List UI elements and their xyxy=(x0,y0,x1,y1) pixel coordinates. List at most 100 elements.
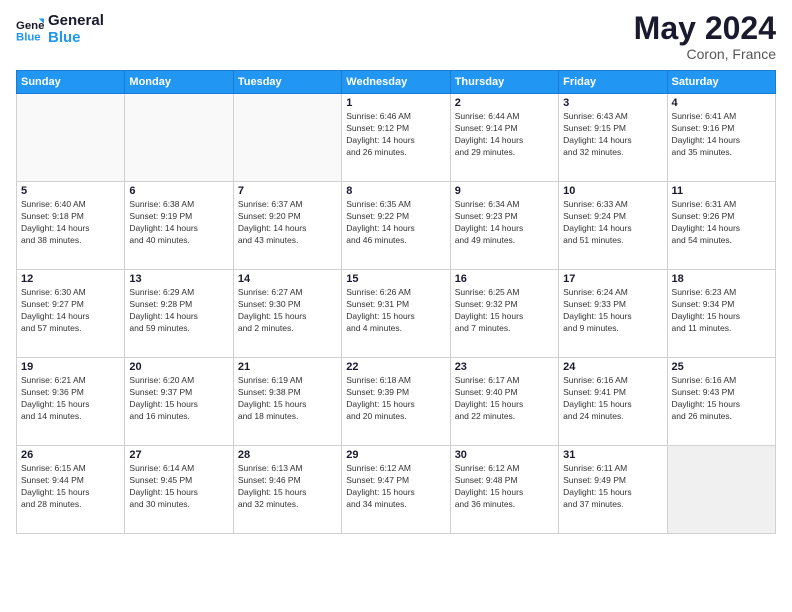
day-number: 31 xyxy=(563,449,662,461)
cell-w4-d3: 29 Sunrise: 6:12 AMSunset: 9:47 PMDayligh… xyxy=(342,446,450,534)
header: General Blue General Blue May 2024 Coron… xyxy=(16,12,776,62)
week-row-1: 1 Sunrise: 6:46 AMSunset: 9:12 PMDaylight… xyxy=(17,94,776,182)
day-number: 22 xyxy=(346,361,445,373)
day-info: Sunrise: 6:27 AMSunset: 9:30 PMDaylight:… xyxy=(238,287,337,335)
cell-w3-d0: 19 Sunrise: 6:21 AMSunset: 9:36 PMDayligh… xyxy=(17,358,125,446)
cell-w1-d0: 5 Sunrise: 6:40 AMSunset: 9:18 PMDaylight… xyxy=(17,182,125,270)
logo: General Blue General Blue xyxy=(16,12,104,47)
day-info: Sunrise: 6:14 AMSunset: 9:45 PMDaylight:… xyxy=(129,463,228,511)
cell-w0-d0 xyxy=(17,94,125,182)
cell-w0-d6: 4 Sunrise: 6:41 AMSunset: 9:16 PMDaylight… xyxy=(667,94,775,182)
week-row-3: 12Sunrise: 6:30 AMSunset: 9:27 PMDayligh… xyxy=(17,270,776,358)
day-number: 13 xyxy=(129,273,228,285)
title-block: May 2024 Coron, France xyxy=(634,12,776,62)
cell-w4-d5: 31 Sunrise: 6:11 AMSunset: 9:49 PMDayligh… xyxy=(559,446,667,534)
day-number: 8 xyxy=(346,185,445,197)
cell-w4-d2: 28 Sunrise: 6:13 AMSunset: 9:46 PMDayligh… xyxy=(233,446,341,534)
day-number: 29 xyxy=(346,449,445,461)
cell-w3-d5: 24Sunrise: 6:16 AMSunset: 9:41 PMDayligh… xyxy=(559,358,667,446)
cell-w2-d6: 18Sunrise: 6:23 AMSunset: 9:34 PMDayligh… xyxy=(667,270,775,358)
cell-w3-d3: 22 Sunrise: 6:18 AMSunset: 9:39 PMDayligh… xyxy=(342,358,450,446)
cell-w2-d2: 14Sunrise: 6:27 AMSunset: 9:30 PMDayligh… xyxy=(233,270,341,358)
week-row-4: 19 Sunrise: 6:21 AMSunset: 9:36 PMDayligh… xyxy=(17,358,776,446)
day-info: Sunrise: 6:34 AMSunset: 9:23 PMDaylight:… xyxy=(455,199,554,247)
cell-w4-d6 xyxy=(667,446,775,534)
logo-icon: General Blue xyxy=(16,15,44,43)
day-info: Sunrise: 6:12 AMSunset: 9:47 PMDaylight:… xyxy=(346,463,445,511)
day-info: Sunrise: 6:31 AMSunset: 9:26 PMDaylight:… xyxy=(672,199,771,247)
th-wednesday: Wednesday xyxy=(342,71,450,94)
day-number: 18 xyxy=(672,273,771,285)
day-info: Sunrise: 6:12 AMSunset: 9:48 PMDaylight:… xyxy=(455,463,554,511)
calendar-table: Sunday Monday Tuesday Wednesday Thursday… xyxy=(16,70,776,534)
day-info: Sunrise: 6:26 AMSunset: 9:31 PMDaylight:… xyxy=(346,287,445,335)
day-info: Sunrise: 6:37 AMSunset: 9:20 PMDaylight:… xyxy=(238,199,337,247)
day-number: 30 xyxy=(455,449,554,461)
day-number: 17 xyxy=(563,273,662,285)
day-info: Sunrise: 6:11 AMSunset: 9:49 PMDaylight:… xyxy=(563,463,662,511)
day-number: 25 xyxy=(672,361,771,373)
day-number: 28 xyxy=(238,449,337,461)
month-title: May 2024 xyxy=(634,12,776,44)
day-info: Sunrise: 6:41 AMSunset: 9:16 PMDaylight:… xyxy=(672,111,771,159)
cell-w2-d1: 13Sunrise: 6:29 AMSunset: 9:28 PMDayligh… xyxy=(125,270,233,358)
day-number: 6 xyxy=(129,185,228,197)
day-number: 9 xyxy=(455,185,554,197)
th-monday: Monday xyxy=(125,71,233,94)
day-info: Sunrise: 6:33 AMSunset: 9:24 PMDaylight:… xyxy=(563,199,662,247)
cell-w2-d5: 17Sunrise: 6:24 AMSunset: 9:33 PMDayligh… xyxy=(559,270,667,358)
day-info: Sunrise: 6:46 AMSunset: 9:12 PMDaylight:… xyxy=(346,111,445,159)
cell-w1-d2: 7 Sunrise: 6:37 AMSunset: 9:20 PMDaylight… xyxy=(233,182,341,270)
day-number: 4 xyxy=(672,97,771,109)
cell-w4-d4: 30 Sunrise: 6:12 AMSunset: 9:48 PMDayligh… xyxy=(450,446,558,534)
day-info: Sunrise: 6:16 AMSunset: 9:41 PMDaylight:… xyxy=(563,375,662,423)
day-number: 19 xyxy=(21,361,120,373)
th-tuesday: Tuesday xyxy=(233,71,341,94)
logo-line2: Blue xyxy=(48,29,104,46)
day-info: Sunrise: 6:17 AMSunset: 9:40 PMDaylight:… xyxy=(455,375,554,423)
day-number: 16 xyxy=(455,273,554,285)
day-number: 15 xyxy=(346,273,445,285)
cell-w4-d0: 26Sunrise: 6:15 AMSunset: 9:44 PMDayligh… xyxy=(17,446,125,534)
day-number: 23 xyxy=(455,361,554,373)
day-info: Sunrise: 6:18 AMSunset: 9:39 PMDaylight:… xyxy=(346,375,445,423)
cell-w1-d5: 10 Sunrise: 6:33 AMSunset: 9:24 PMDayligh… xyxy=(559,182,667,270)
cell-w0-d5: 3 Sunrise: 6:43 AMSunset: 9:15 PMDaylight… xyxy=(559,94,667,182)
day-number: 26 xyxy=(21,449,120,461)
day-info: Sunrise: 6:44 AMSunset: 9:14 PMDaylight:… xyxy=(455,111,554,159)
subtitle: Coron, France xyxy=(634,46,776,62)
day-info: Sunrise: 6:43 AMSunset: 9:15 PMDaylight:… xyxy=(563,111,662,159)
cell-w2-d3: 15 Sunrise: 6:26 AMSunset: 9:31 PMDayligh… xyxy=(342,270,450,358)
cell-w0-d3: 1 Sunrise: 6:46 AMSunset: 9:12 PMDaylight… xyxy=(342,94,450,182)
svg-text:General: General xyxy=(16,20,44,32)
svg-text:Blue: Blue xyxy=(16,32,41,44)
day-info: Sunrise: 6:21 AMSunset: 9:36 PMDaylight:… xyxy=(21,375,120,423)
day-number: 21 xyxy=(238,361,337,373)
cell-w0-d4: 2 Sunrise: 6:44 AMSunset: 9:14 PMDaylight… xyxy=(450,94,558,182)
day-info: Sunrise: 6:25 AMSunset: 9:32 PMDaylight:… xyxy=(455,287,554,335)
day-info: Sunrise: 6:16 AMSunset: 9:43 PMDaylight:… xyxy=(672,375,771,423)
th-thursday: Thursday xyxy=(450,71,558,94)
cell-w2-d4: 16 Sunrise: 6:25 AMSunset: 9:32 PMDayligh… xyxy=(450,270,558,358)
th-sunday: Sunday xyxy=(17,71,125,94)
header-row: Sunday Monday Tuesday Wednesday Thursday… xyxy=(17,71,776,94)
day-info: Sunrise: 6:13 AMSunset: 9:46 PMDaylight:… xyxy=(238,463,337,511)
day-number: 10 xyxy=(563,185,662,197)
cell-w3-d2: 21Sunrise: 6:19 AMSunset: 9:38 PMDayligh… xyxy=(233,358,341,446)
page: General Blue General Blue May 2024 Coron… xyxy=(0,0,792,612)
day-number: 1 xyxy=(346,97,445,109)
cell-w3-d4: 23 Sunrise: 6:17 AMSunset: 9:40 PMDayligh… xyxy=(450,358,558,446)
cell-w0-d2 xyxy=(233,94,341,182)
logo-line1: General xyxy=(48,12,104,29)
day-number: 2 xyxy=(455,97,554,109)
cell-w1-d6: 11 Sunrise: 6:31 AMSunset: 9:26 PMDayligh… xyxy=(667,182,775,270)
day-number: 11 xyxy=(672,185,771,197)
day-number: 3 xyxy=(563,97,662,109)
day-number: 27 xyxy=(129,449,228,461)
day-info: Sunrise: 6:40 AMSunset: 9:18 PMDaylight:… xyxy=(21,199,120,247)
day-number: 7 xyxy=(238,185,337,197)
day-number: 5 xyxy=(21,185,120,197)
cell-w1-d4: 9 Sunrise: 6:34 AMSunset: 9:23 PMDaylight… xyxy=(450,182,558,270)
cell-w4-d1: 27 Sunrise: 6:14 AMSunset: 9:45 PMDayligh… xyxy=(125,446,233,534)
day-number: 12 xyxy=(21,273,120,285)
